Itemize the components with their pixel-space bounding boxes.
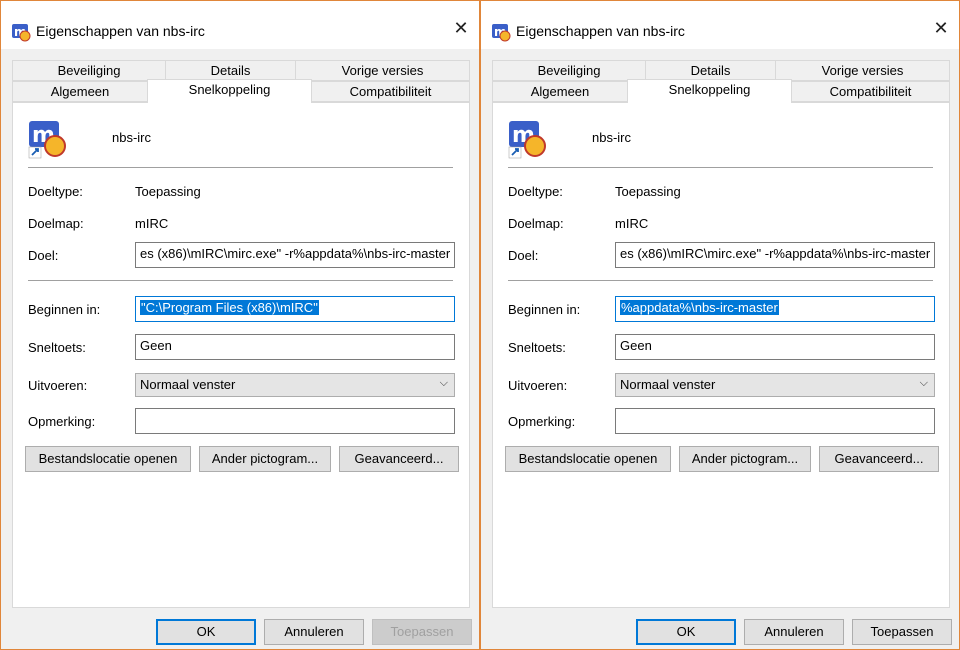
separator [28,280,453,281]
doel-input[interactable]: es (x86)\mIRC\mirc.exe" -r%appdata%\nbs-… [615,242,935,268]
cancel-button[interactable]: Annuleren [744,619,844,645]
tab-strip: Beveiliging Details Vorige versies Algem… [492,60,950,103]
title-bar[interactable]: m Eigenschappen van nbs-irc ✕ [481,1,959,49]
tab-snelkoppeling[interactable]: Snelkoppeling [147,79,312,103]
doelmap-label: Doelmap: [508,216,564,231]
shortcut-panel: m nbs-irc Doeltype: Toepassing Doelmap: … [12,102,470,608]
beginnen-input[interactable]: %appdata%\nbs-irc-master [615,296,935,322]
opmerking-label: Opmerking: [28,414,96,429]
tab-snelkoppeling[interactable]: Snelkoppeling [627,79,792,103]
apply-button[interactable]: Toepassen [852,619,952,645]
beginnen-label: Beginnen in: [508,302,581,317]
uitvoeren-label: Uitvoeren: [508,378,568,393]
uitvoeren-label: Uitvoeren: [28,378,88,393]
sneltoets-label: Sneltoets: [508,340,566,355]
mirc-app-icon: m [12,24,31,42]
uitvoeren-select[interactable]: Normaal venster ⌵ [615,373,935,397]
beginnen-input[interactable]: "C:\Program Files (x86)\mIRC" [135,296,455,322]
window-title: Eigenschappen van nbs-irc [516,23,685,39]
separator [508,280,933,281]
change-icon-button[interactable]: Ander pictogram... [199,446,331,472]
window-title: Eigenschappen van nbs-irc [36,23,205,39]
beginnen-selected-text: "C:\Program Files (x86)\mIRC" [140,300,319,315]
doelmap-value: mIRC [135,216,169,231]
tab-algemeen[interactable]: Algemeen [12,81,148,102]
doeltype-value: Toepassing [615,184,681,199]
uitvoeren-value: Normaal venster [140,377,236,392]
properties-dialog-left: m Eigenschappen van nbs-irc ✕ Beveiligin… [0,0,480,650]
close-icon[interactable]: ✕ [931,19,951,39]
mirc-shortcut-icon: m [508,121,546,159]
mirc-app-icon: m [492,24,511,42]
tab-vorige-versies[interactable]: Vorige versies [775,60,950,81]
advanced-button[interactable]: Geavanceerd... [819,446,939,472]
doel-label: Doel: [28,248,59,263]
opmerking-input[interactable] [615,408,935,434]
ok-button[interactable]: OK [636,619,736,645]
separator [508,167,933,168]
sneltoets-label: Sneltoets: [28,340,86,355]
properties-dialog-right: m Eigenschappen van nbs-irc ✕ Beveiligin… [480,0,960,650]
doeltype-value: Toepassing [135,184,201,199]
shortcut-name: nbs-irc [112,130,152,145]
uitvoeren-select[interactable]: Normaal venster ⌵ [135,373,455,397]
doel-input[interactable]: es (x86)\mIRC\mirc.exe" -r%appdata%\nbs-… [135,242,455,268]
close-icon[interactable]: ✕ [451,19,471,39]
tab-compatibiliteit[interactable]: Compatibiliteit [791,81,950,102]
doeltype-label: Doeltype: [508,184,563,199]
uitvoeren-value: Normaal venster [620,377,716,392]
beginnen-selected-text: %appdata%\nbs-irc-master [620,300,779,315]
title-bar[interactable]: m Eigenschappen van nbs-irc ✕ [1,1,479,49]
separator [28,167,453,168]
tab-details[interactable]: Details [645,60,776,81]
sneltoets-input[interactable]: Geen [615,334,935,360]
beginnen-label: Beginnen in: [28,302,101,317]
chevron-down-icon: ⌵ [439,376,448,389]
opmerking-label: Opmerking: [508,414,576,429]
tab-details[interactable]: Details [165,60,296,81]
tab-compatibiliteit[interactable]: Compatibiliteit [311,81,470,102]
shortcut-panel: m nbs-irc Doeltype: Toepassing Doelmap: … [492,102,950,608]
cancel-button[interactable]: Annuleren [264,619,364,645]
mirc-shortcut-icon: m [28,121,66,159]
tab-beveiliging[interactable]: Beveiliging [12,60,166,81]
shortcut-name: nbs-irc [592,130,632,145]
tab-strip: Beveiliging Details Vorige versies Algem… [12,60,470,103]
doel-label: Doel: [508,248,539,263]
sneltoets-input[interactable]: Geen [135,334,455,360]
opmerking-input[interactable] [135,408,455,434]
open-file-location-button[interactable]: Bestandslocatie openen [505,446,671,472]
advanced-button[interactable]: Geavanceerd... [339,446,459,472]
doeltype-label: Doeltype: [28,184,83,199]
tab-algemeen[interactable]: Algemeen [492,81,628,102]
apply-button[interactable]: Toepassen [372,619,472,645]
change-icon-button[interactable]: Ander pictogram... [679,446,811,472]
open-file-location-button[interactable]: Bestandslocatie openen [25,446,191,472]
tab-vorige-versies[interactable]: Vorige versies [295,60,470,81]
chevron-down-icon: ⌵ [919,376,928,389]
doelmap-label: Doelmap: [28,216,84,231]
doelmap-value: mIRC [615,216,649,231]
ok-button[interactable]: OK [156,619,256,645]
tab-beveiliging[interactable]: Beveiliging [492,60,646,81]
